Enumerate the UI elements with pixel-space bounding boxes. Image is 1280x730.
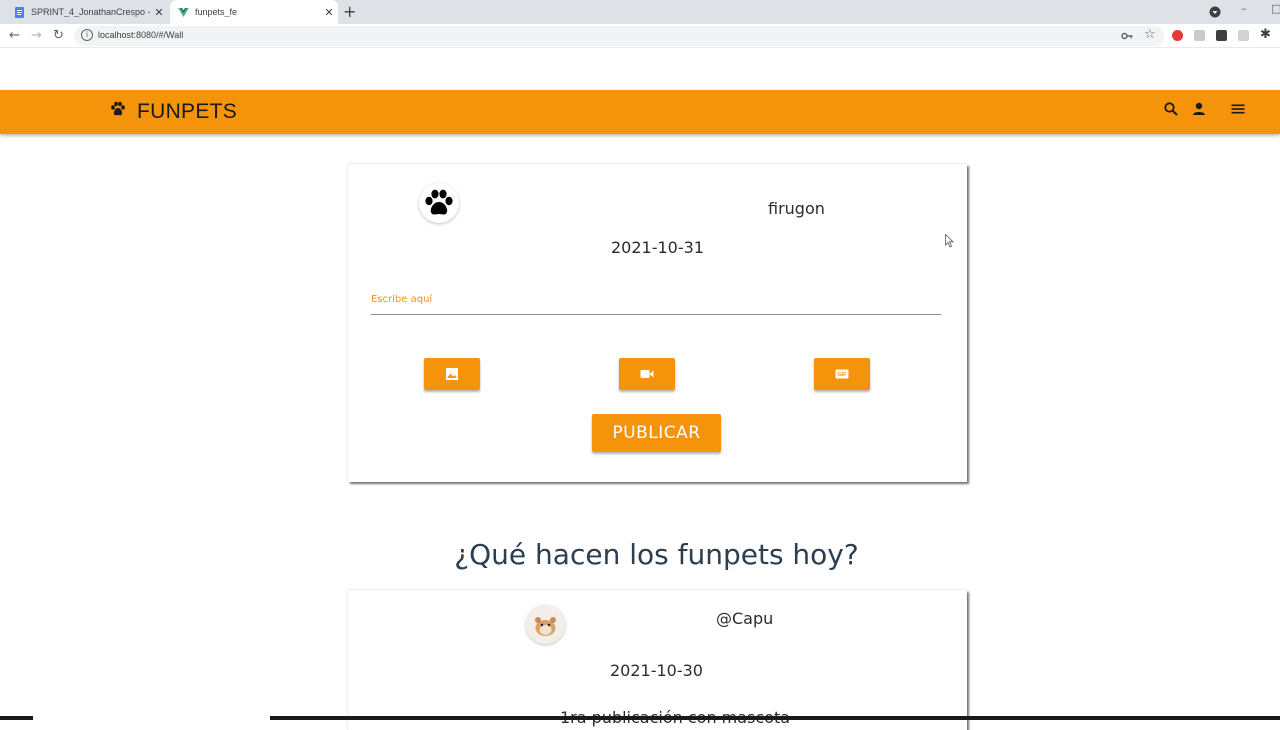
gif-label: GIF — [838, 372, 846, 378]
add-gif-button[interactable]: GIF — [814, 358, 870, 390]
close-tab-icon[interactable]: ✕ — [320, 6, 338, 19]
image-icon — [446, 368, 458, 380]
post-username: @Capu — [716, 609, 774, 628]
puzzle-icon[interactable]: ✱ — [1260, 27, 1271, 42]
post-input-label: Escribe aquí — [371, 294, 433, 305]
restore-icon[interactable]: □ — [1271, 2, 1280, 15]
browser-tab-docs[interactable]: SPRINT_4_JonathanCrespo - Doc ✕ — [6, 0, 168, 24]
menu-icon[interactable] — [1230, 101, 1246, 117]
vue-icon — [178, 7, 189, 17]
extension-icon[interactable] — [1216, 30, 1227, 41]
new-tab-icon[interactable]: + — [343, 2, 356, 21]
video-icon — [640, 370, 654, 378]
tab-label: SPRINT_4_JonathanCrespo - Doc — [31, 7, 150, 17]
tab-label: funpets_fe — [195, 7, 238, 17]
publish-button[interactable]: PUBLICAR — [592, 414, 721, 452]
gif-icon: GIF — [835, 369, 849, 379]
composer-username: firugon — [768, 199, 825, 218]
composer-date: 2021-10-31 — [611, 238, 704, 257]
mouse-cursor-icon — [945, 234, 954, 248]
add-image-button[interactable] — [424, 358, 480, 390]
profile-icon[interactable] — [1209, 6, 1221, 18]
progress-bar — [270, 716, 1280, 720]
extension-icon[interactable] — [1194, 30, 1205, 41]
url-text: localhost:8080/#/Wall — [98, 30, 184, 40]
paw-icon — [111, 101, 125, 116]
key-icon[interactable] — [1121, 30, 1133, 42]
post-date: 2021-10-30 — [610, 661, 703, 680]
minimize-icon[interactable]: – — [1241, 2, 1247, 15]
close-tab-icon[interactable]: ✕ — [150, 6, 168, 19]
app-title[interactable]: FUNPETS — [137, 100, 237, 124]
browser-toolbar: ← → ↻ i localhost:8080/#/Wall ☆ ✱ — [0, 24, 1280, 48]
paw-icon — [425, 189, 453, 215]
browser-tab-bar: SPRINT_4_JonathanCrespo - Doc ✕ funpets_… — [0, 0, 1280, 24]
extension-icon[interactable] — [1238, 30, 1249, 41]
account-icon[interactable] — [1191, 101, 1207, 117]
avatar — [419, 183, 459, 223]
back-icon[interactable]: ← — [9, 28, 20, 43]
feed-heading: ¿Qué hacen los funpets hoy? — [454, 538, 859, 571]
search-icon[interactable] — [1163, 101, 1179, 117]
avatar — [526, 605, 565, 644]
google-docs-icon — [15, 6, 24, 18]
address-bar[interactable]: i localhost:8080/#/Wall — [74, 26, 1164, 46]
bookmark-star-icon[interactable]: ☆ — [1144, 27, 1156, 42]
forward-icon[interactable]: → — [31, 28, 42, 43]
reload-icon[interactable]: ↻ — [53, 28, 64, 43]
progress-bar — [0, 716, 33, 720]
hamster-icon — [526, 605, 565, 644]
adblock-icon[interactable] — [1172, 30, 1183, 41]
post-input[interactable] — [371, 314, 941, 315]
site-info-icon[interactable]: i — [81, 29, 93, 41]
add-video-button[interactable] — [619, 358, 675, 390]
browser-tab-funpets[interactable]: funpets_fe ✕ — [170, 0, 338, 24]
